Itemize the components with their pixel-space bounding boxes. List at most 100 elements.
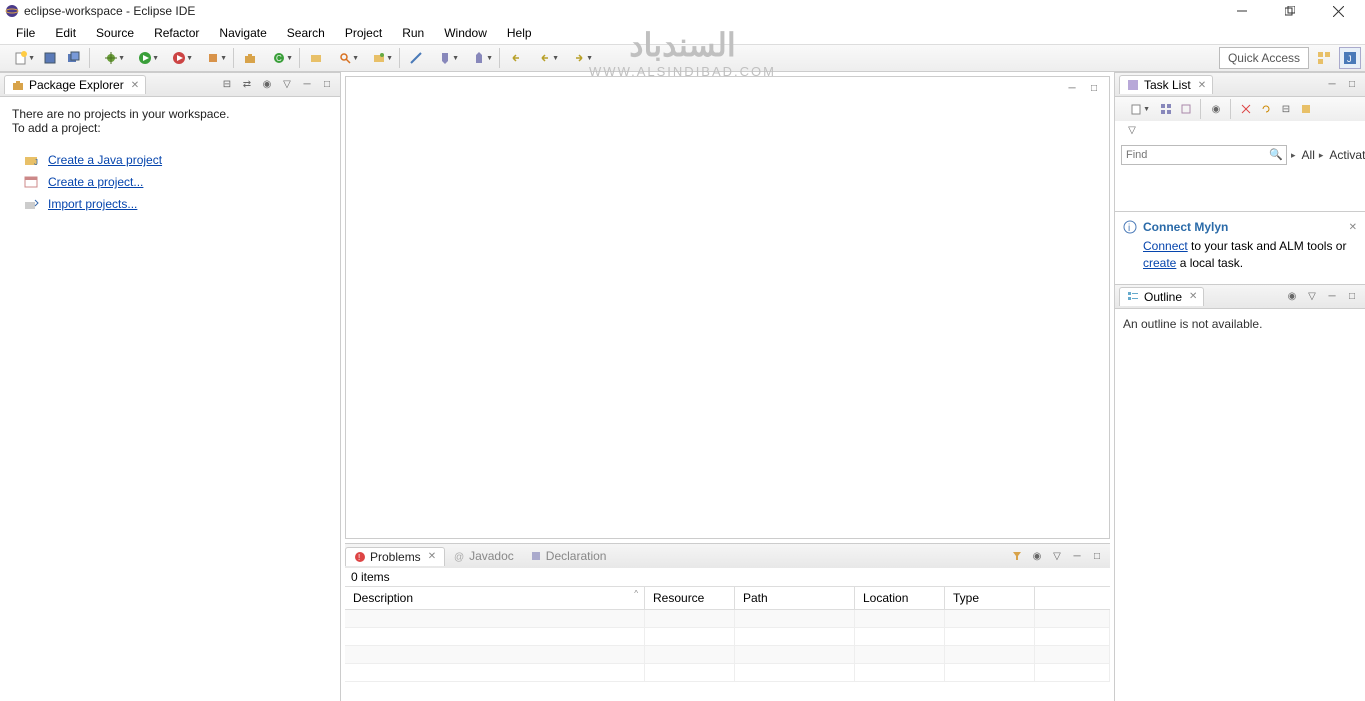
menu-run[interactable]: Run (392, 24, 434, 42)
new-button[interactable]: ▼ (5, 47, 37, 69)
task-list-title: Task List (1144, 78, 1191, 92)
problems-icon: ! (354, 551, 366, 563)
view-menu-button[interactable]: ▽ (1303, 287, 1321, 305)
focus-workweek-button[interactable]: ◉ (1207, 100, 1225, 118)
col-path[interactable]: Path (735, 587, 855, 609)
schedule-button[interactable] (1177, 100, 1195, 118)
maximize-view-button[interactable]: □ (1343, 287, 1361, 305)
menu-window[interactable]: Window (434, 24, 497, 42)
project-icon (24, 175, 40, 189)
focus-task-button[interactable]: ◉ (258, 76, 276, 94)
menu-bar: File Edit Source Refactor Navigate Searc… (0, 22, 1365, 44)
close-icon[interactable]: ✕ (131, 80, 139, 91)
javadoc-icon: @ (453, 550, 465, 562)
menu-navigate[interactable]: Navigate (209, 24, 276, 42)
focus-button[interactable]: ◉ (1028, 547, 1046, 565)
prev-annotation-button[interactable]: ▼ (463, 47, 495, 69)
next-annotation-button[interactable]: ▼ (429, 47, 461, 69)
new-class-button[interactable]: C▼ (263, 47, 295, 69)
view-menu-caret[interactable]: ▽ (1123, 121, 1141, 139)
run-button[interactable]: ▼ (129, 47, 161, 69)
main-toolbar: ▼ ▼ ▼ ▼ ▼ C▼ ▼ ▼ ▼ ▼ ▼ ▼ Quick Access J (0, 44, 1365, 72)
forward-button[interactable]: ▼ (563, 47, 595, 69)
menu-source[interactable]: Source (86, 24, 144, 42)
menu-file[interactable]: File (6, 24, 45, 42)
items-count: 0 items (345, 568, 1110, 586)
new-package-button[interactable] (239, 47, 261, 69)
menu-refactor[interactable]: Refactor (144, 24, 209, 42)
save-button[interactable] (39, 47, 61, 69)
editor-minimize-button[interactable]: ─ (1063, 79, 1081, 97)
eclipse-icon (4, 3, 20, 19)
outline-tab[interactable]: Outline ✕ (1119, 287, 1204, 306)
filter-button[interactable] (1008, 547, 1026, 565)
task-presentation-button[interactable] (1297, 100, 1315, 118)
find-input[interactable] (1121, 145, 1287, 165)
close-icon[interactable]: ✕ (1349, 222, 1357, 233)
col-resource[interactable]: Resource (645, 587, 735, 609)
collapse-all-button[interactable]: ⊟ (218, 76, 236, 94)
last-edit-button[interactable] (505, 47, 527, 69)
editor-area: ─ □ (345, 76, 1110, 539)
col-description[interactable]: Description^ (345, 587, 645, 609)
minimize-view-button[interactable]: ─ (1323, 76, 1341, 94)
close-icon[interactable]: ✕ (1189, 291, 1197, 302)
open-perspective-button[interactable] (1313, 47, 1335, 69)
menu-search[interactable]: Search (277, 24, 335, 42)
outline-message: An outline is not available. (1115, 309, 1365, 339)
minimize-view-button[interactable]: ─ (1323, 287, 1341, 305)
package-explorer-title: Package Explorer (29, 78, 124, 92)
declaration-tab[interactable]: Declaration (522, 547, 615, 565)
minimize-button[interactable] (1225, 1, 1259, 21)
open-type-button[interactable] (305, 47, 327, 69)
package-explorer-panel: Package Explorer ✕ ⊟ ⇄ ◉ ▽ ─ □ There are… (0, 72, 341, 701)
search-button[interactable]: ▼ (329, 47, 361, 69)
maximize-view-button[interactable]: □ (1088, 547, 1106, 565)
menu-edit[interactable]: Edit (45, 24, 86, 42)
view-menu-button[interactable]: ▽ (1048, 547, 1066, 565)
view-menu-button[interactable]: ▽ (278, 76, 296, 94)
focus-button[interactable]: ◉ (1283, 287, 1301, 305)
debug-button[interactable]: ▼ (95, 47, 127, 69)
col-location[interactable]: Location (855, 587, 945, 609)
minimize-view-button[interactable]: ─ (298, 76, 316, 94)
close-icon[interactable]: ✕ (428, 551, 436, 562)
new-task-button[interactable]: ▼ (1120, 98, 1152, 120)
menu-project[interactable]: Project (335, 24, 392, 42)
create-java-project-link[interactable]: Create a Java project (48, 153, 162, 167)
coverage-button[interactable]: ▼ (163, 47, 195, 69)
connect-link[interactable]: Connect (1143, 239, 1188, 253)
col-type[interactable]: Type (945, 587, 1035, 609)
quick-access[interactable]: Quick Access (1219, 47, 1309, 69)
java-perspective-button[interactable]: J (1339, 47, 1361, 69)
maximize-view-button[interactable]: □ (318, 76, 336, 94)
toggle-mark-button[interactable] (405, 47, 427, 69)
import-projects-link[interactable]: Import projects... (48, 197, 137, 211)
all-link[interactable]: All (1302, 148, 1315, 162)
editor-maximize-button[interactable]: □ (1085, 79, 1103, 97)
close-button[interactable] (1321, 1, 1355, 21)
activate-link[interactable]: Activate... (1329, 148, 1365, 162)
menu-help[interactable]: Help (497, 24, 542, 42)
package-explorer-tab[interactable]: Package Explorer ✕ (4, 75, 146, 94)
svg-text:!: ! (358, 553, 360, 562)
minimize-view-button[interactable]: ─ (1068, 547, 1086, 565)
link-editor-button[interactable]: ⇄ (238, 76, 256, 94)
create-link[interactable]: create (1143, 256, 1176, 270)
task-list-tab[interactable]: Task List ✕ (1119, 75, 1213, 94)
problems-tab[interactable]: ! Problems ✕ (345, 547, 445, 566)
back-button[interactable]: ▼ (529, 47, 561, 69)
run-last-button[interactable]: ▼ (197, 47, 229, 69)
maximize-view-button[interactable]: □ (1343, 76, 1361, 94)
create-project-link[interactable]: Create a project... (48, 175, 143, 189)
maximize-button[interactable] (1273, 1, 1307, 21)
hide-button[interactable] (1237, 100, 1255, 118)
save-all-button[interactable] (63, 47, 85, 69)
open-task-button[interactable]: ▼ (363, 47, 395, 69)
synchronize-button[interactable] (1257, 100, 1275, 118)
categorize-button[interactable] (1157, 100, 1175, 118)
collapse-button[interactable]: ⊟ (1277, 100, 1295, 118)
javadoc-tab[interactable]: @ Javadoc (445, 547, 522, 565)
svg-text:C: C (276, 54, 282, 63)
close-icon[interactable]: ✕ (1198, 80, 1206, 91)
